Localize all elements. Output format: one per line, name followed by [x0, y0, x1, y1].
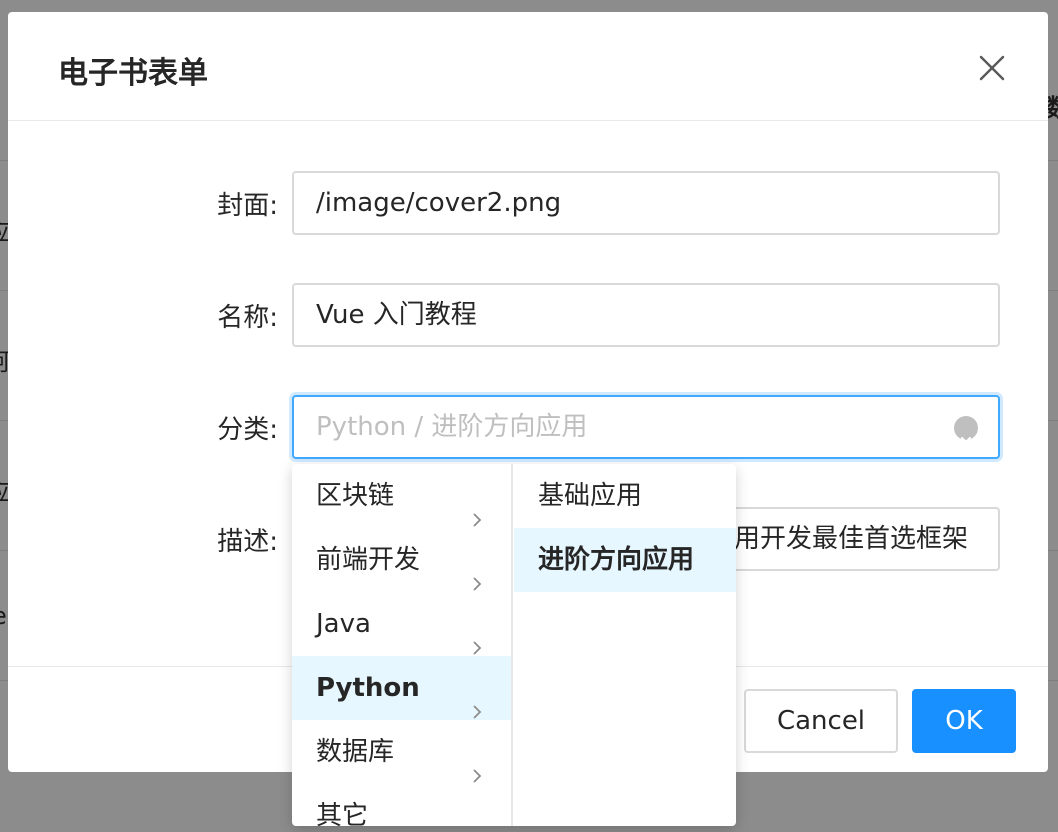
form-row-name: 名称: Vue 入门教程 — [8, 283, 1048, 347]
name-label: 名称: — [217, 303, 278, 333]
cancel-button[interactable]: Cancel — [744, 689, 898, 753]
cover-input[interactable]: /image/cover2.png — [292, 171, 1000, 235]
cover-label: 封面: — [217, 191, 278, 221]
cascader-option-advanced-application[interactable]: 进阶方向应用 — [514, 528, 736, 592]
cascader-option-database[interactable]: 数据库 — [292, 720, 511, 784]
option-label: 数据库 — [316, 737, 395, 767]
option-label: 区块链 — [316, 481, 395, 511]
cascader-option-java[interactable]: Java — [292, 592, 511, 656]
cascader-option-other[interactable]: 其它 — [292, 784, 511, 826]
close-icon — [979, 55, 1005, 81]
modal-header: 电子书表单 — [8, 12, 1048, 121]
category-placeholder: Python / 进阶方向应用 — [316, 412, 588, 442]
cascader-option-frontend[interactable]: 前端开发 — [292, 528, 511, 592]
chevron-right-icon — [469, 616, 485, 655]
option-label: Java — [316, 609, 371, 639]
form-row-cover: 封面: /image/cover2.png — [8, 171, 1048, 235]
cascader-menu-level2: 基础应用 进阶方向应用 — [514, 464, 736, 826]
cascader-option-basic-application[interactable]: 基础应用 — [514, 464, 736, 528]
option-label: 前端开发 — [316, 545, 421, 575]
form-row-category: 分类: Python / 进阶方向应用 — [8, 395, 1048, 459]
modal-title: 电子书表单 — [58, 56, 208, 91]
clear-circle-icon[interactable] — [954, 416, 978, 448]
cascader-option-python[interactable]: Python — [292, 656, 511, 720]
chevron-right-icon — [469, 744, 485, 783]
description-label: 描述: — [217, 527, 278, 557]
option-label: 进阶方向应用 — [538, 545, 695, 575]
close-button[interactable] — [974, 50, 1010, 86]
ok-button[interactable]: OK — [912, 689, 1016, 753]
cascader-menu-level1: 区块链 前端开发 Java Python 数据库 其它 — [292, 464, 513, 826]
category-cascader-input[interactable]: Python / 进阶方向应用 — [292, 395, 1000, 459]
category-cascader-dropdown: 区块链 前端开发 Java Python 数据库 其它 基础应用 进阶方向应用 — [292, 464, 736, 826]
category-label: 分类: — [217, 415, 278, 445]
chevron-right-icon — [469, 680, 485, 719]
cascader-option-blockchain[interactable]: 区块链 — [292, 464, 511, 528]
chevron-right-icon — [469, 552, 485, 591]
option-label: 其它 — [316, 801, 369, 826]
chevron-right-icon — [469, 808, 485, 824]
bg-fragment: e — [0, 602, 7, 630]
name-input[interactable]: Vue 入门教程 — [292, 283, 1000, 347]
option-label: 基础应用 — [538, 481, 643, 511]
chevron-right-icon — [469, 488, 485, 527]
option-label: Python — [316, 673, 420, 703]
